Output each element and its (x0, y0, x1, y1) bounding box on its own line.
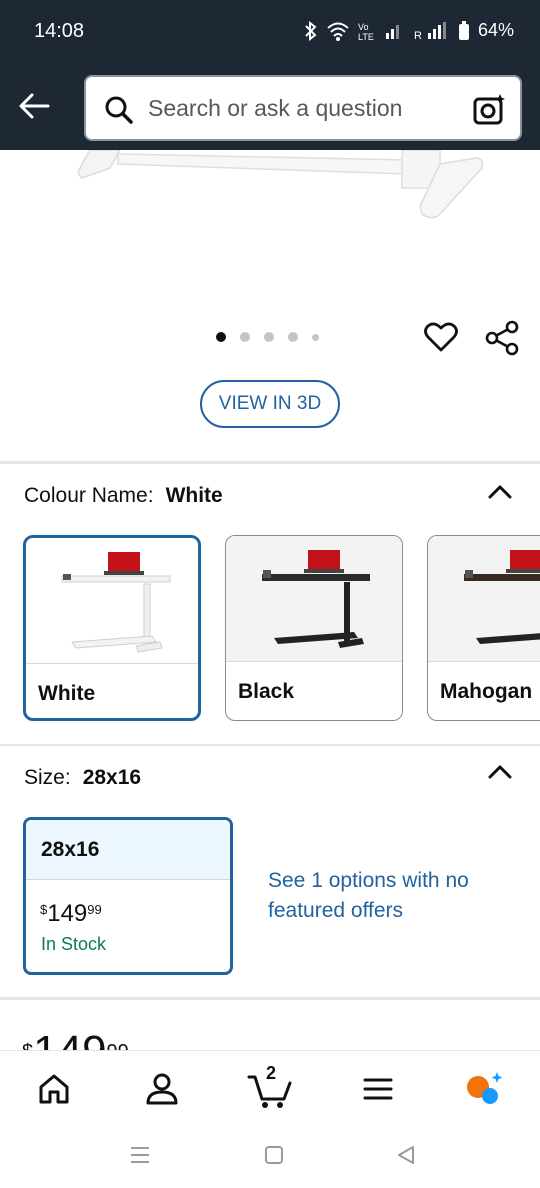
size-option-price: $14999 (40, 900, 102, 928)
size-option-name: 28x16 (41, 838, 100, 861)
share-icon[interactable] (484, 320, 520, 356)
price-currency: $ (40, 902, 48, 917)
status-bar: 14:08 Vo LTE R 64% (0, 0, 540, 62)
pagination-dot[interactable] (240, 332, 250, 342)
section-divider (0, 744, 540, 746)
cart-count-badge: 2 (266, 1063, 277, 1083)
swatch-image (428, 536, 540, 662)
swatch-image (26, 538, 198, 664)
pagination-dot[interactable] (264, 332, 274, 342)
signal-roaming-icon: R (414, 21, 446, 41)
white-desk-thumbnail (61, 552, 171, 653)
wifi-icon (327, 22, 349, 41)
desk-base-illustration (77, 150, 484, 219)
product-image[interactable] (0, 150, 540, 310)
stock-status: In Stock (41, 934, 107, 954)
battery-percent: 64% (477, 20, 514, 40)
pagination-dot[interactable] (216, 332, 226, 342)
back-button-icon[interactable] (396, 1144, 416, 1166)
colour-label: Colour Name: (24, 484, 154, 507)
bottom-nav: 2 (0, 1050, 540, 1122)
search-input[interactable]: Search or ask a question (84, 75, 522, 141)
recent-apps-icon[interactable] (130, 1144, 150, 1166)
svg-text:Vo: Vo (358, 22, 369, 32)
size-selected-value: 28x16 (82, 766, 142, 789)
chevron-up-icon[interactable] (486, 482, 514, 502)
chevron-up-icon[interactable] (486, 762, 514, 782)
mahogany-desk-thumbnail (464, 550, 540, 644)
main-price: $14999 (22, 1030, 129, 1052)
main-price-whole: 149 (33, 1030, 106, 1052)
colour-option-white[interactable]: White (23, 535, 201, 721)
price-fraction: 99 (87, 902, 102, 917)
size-heading[interactable]: Size: 28x16 (24, 766, 141, 790)
colour-option-black[interactable]: Black (225, 535, 403, 721)
account-icon[interactable] (142, 1069, 182, 1109)
colour-selected-value: White (165, 484, 223, 507)
search-header: Search or ask a question (0, 62, 540, 150)
view-in-3d-button[interactable]: VIEW IN 3D (200, 380, 340, 428)
section-divider (0, 461, 540, 464)
bluetooth-icon (305, 20, 317, 41)
home-icon[interactable] (34, 1069, 74, 1109)
size-option-header: 28x16 (26, 820, 230, 880)
svg-text:LTE: LTE (358, 32, 374, 41)
camera-search-icon[interactable] (472, 93, 506, 127)
colour-option-label: Mahogan (440, 680, 533, 703)
svg-text:R: R (414, 30, 422, 41)
swatch-image (226, 536, 402, 662)
cart-button[interactable]: 2 (246, 1063, 294, 1109)
system-nav-bar (0, 1122, 540, 1188)
heart-icon[interactable] (424, 320, 458, 354)
other-offers-link[interactable]: See 1 options with no featured offers (268, 866, 498, 926)
image-pagination[interactable] (216, 332, 319, 342)
size-label: Size: (24, 766, 71, 789)
status-time: 14:08 (34, 20, 85, 42)
menu-icon[interactable] (358, 1069, 398, 1109)
price-whole: 149 (47, 900, 88, 927)
signal-icon: VoLTE (358, 22, 399, 41)
search-icon (105, 96, 133, 124)
back-arrow-icon[interactable] (14, 86, 54, 126)
size-option-card[interactable]: 28x16 $14999 In Stock (23, 817, 233, 975)
colour-option-label: Black (238, 680, 295, 703)
colour-heading[interactable]: Colour Name: White (24, 484, 223, 508)
status-icons: Vo LTE R 64% (304, 20, 514, 41)
battery-icon (458, 20, 469, 40)
colour-option-mahogany[interactable]: Mahogan (427, 535, 540, 721)
section-divider (0, 997, 540, 1000)
rufus-icon[interactable] (464, 1069, 504, 1109)
search-placeholder: Search or ask a question (148, 95, 403, 121)
colour-option-label: White (38, 682, 96, 705)
pagination-dot[interactable] (288, 332, 298, 342)
black-desk-thumbnail (262, 550, 370, 648)
pagination-dot[interactable] (312, 333, 319, 341)
home-button-icon[interactable] (264, 1144, 284, 1166)
